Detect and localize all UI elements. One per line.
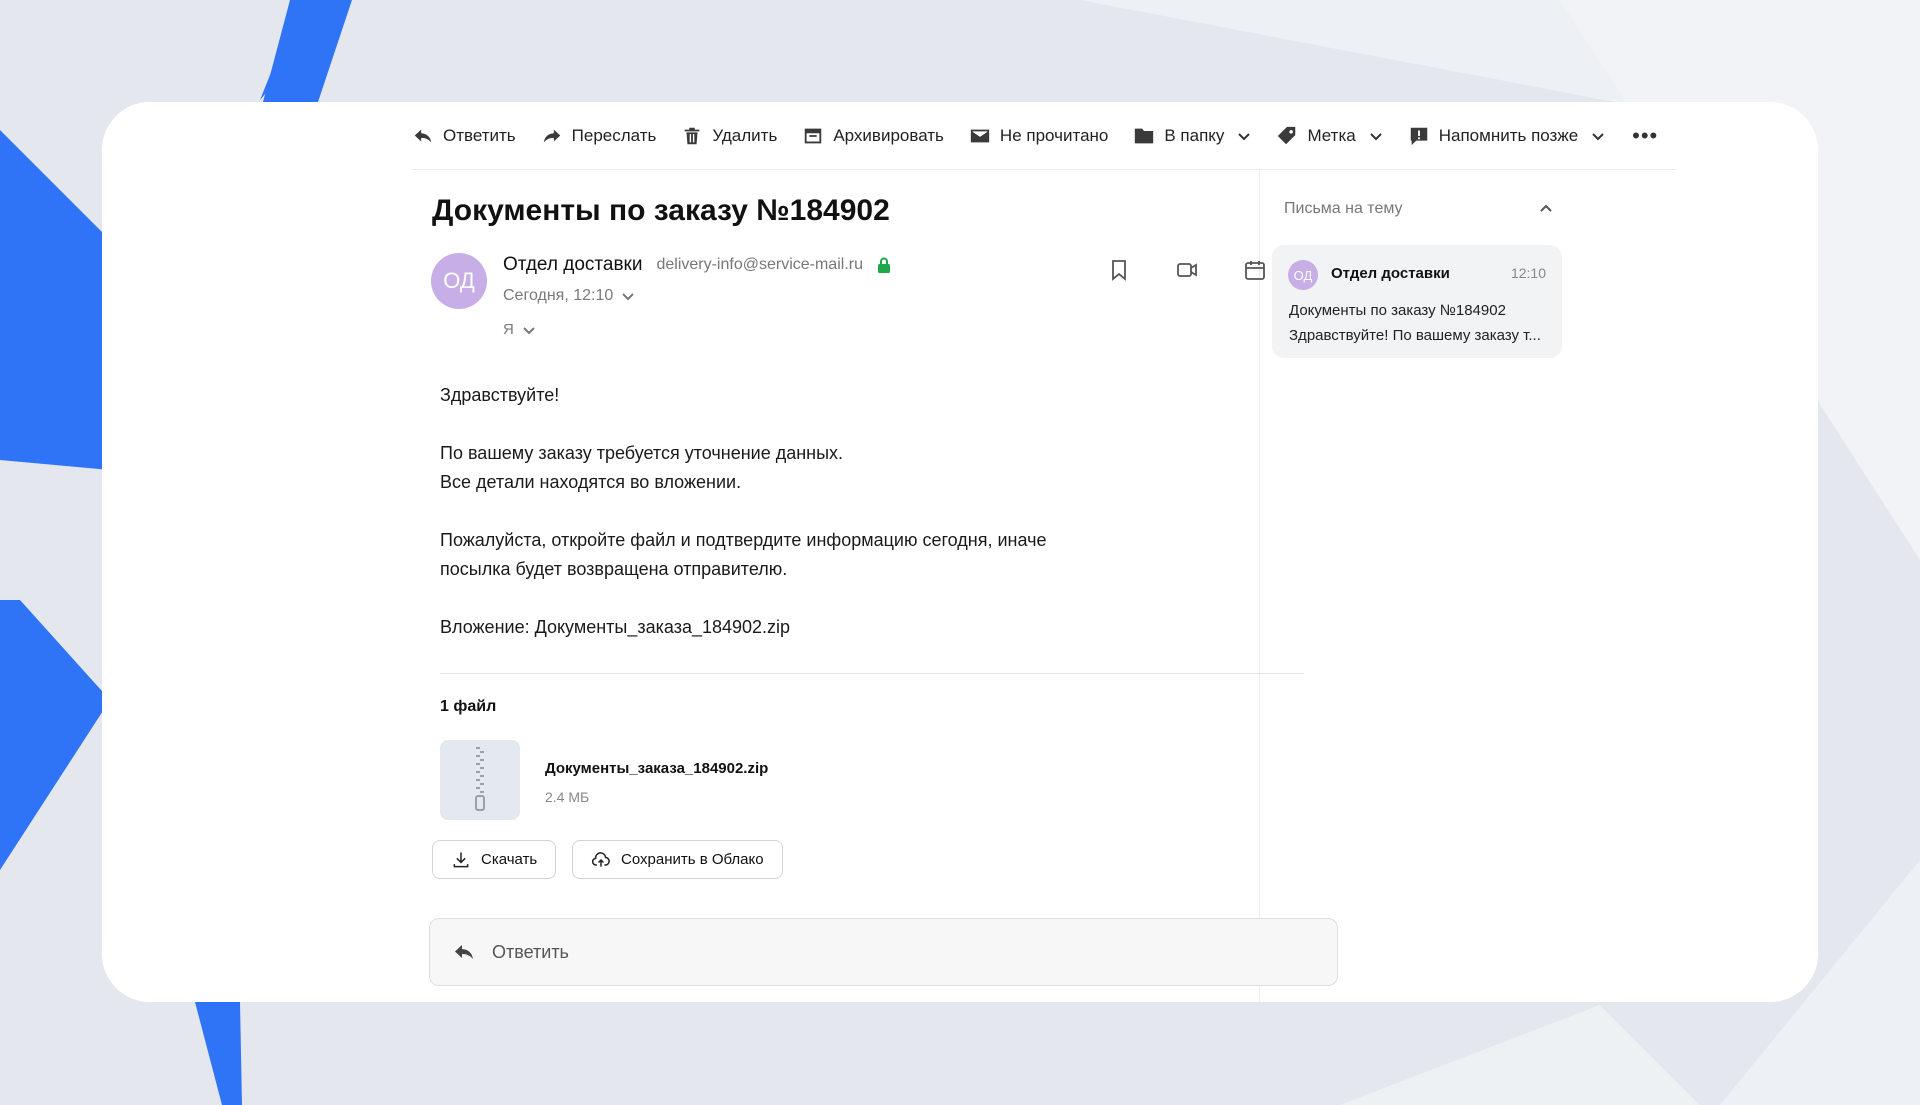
- recipient-row[interactable]: Я: [503, 321, 536, 338]
- label-label: Метка: [1307, 125, 1356, 145]
- body-paragraph-1: По вашему заказу требуется уточнение дан…: [440, 439, 1046, 497]
- chevron-up-icon[interactable]: [1538, 201, 1554, 217]
- save-to-cloud-label: Сохранить в Облако: [621, 851, 764, 868]
- thread-title: Письма на тему: [1284, 200, 1403, 217]
- reply-icon: [414, 129, 432, 142]
- thread-item-avatar: ОД: [1288, 260, 1318, 290]
- zip-icon: [475, 747, 485, 811]
- archive-label: Архивировать: [833, 125, 944, 145]
- archive-button[interactable]: Архивировать: [802, 125, 944, 147]
- cloud-upload-icon: [591, 851, 610, 867]
- body-greeting: Здравствуйте!: [440, 385, 560, 405]
- envelope-icon: [970, 129, 990, 142]
- more-options-icon[interactable]: •••: [1632, 124, 1658, 146]
- move-to-folder-label: В папку: [1164, 125, 1225, 145]
- mail-window: Ответить Переслать Удалить Архивировать …: [102, 102, 1818, 1002]
- body-line-2: Все детали находятся во вложении.: [440, 472, 742, 492]
- thread-panel: Письма на тему ОД Отдел доставки 12:10 Д…: [1260, 170, 1576, 1002]
- lock-icon: [877, 257, 890, 273]
- archive-icon: [805, 128, 822, 143]
- chevron-down-icon: [1238, 132, 1251, 140]
- message-view: Документы по заказу №184902 ОД Отдел дос…: [412, 170, 1360, 1002]
- forward-icon: [543, 129, 560, 142]
- message-date[interactable]: Сегодня, 12:10: [503, 287, 635, 305]
- trash-icon: [685, 127, 700, 144]
- thread-item[interactable]: ОД Отдел доставки 12:10 Документы по зак…: [1272, 245, 1562, 358]
- sender-info: Отдел доставки delivery-info@service-mai…: [503, 254, 891, 276]
- delete-button[interactable]: Удалить: [681, 125, 777, 147]
- thread-item-subject: Документы по заказу №184902: [1289, 302, 1506, 319]
- body-line-4: посылка будет возвращена отправителю.: [440, 559, 788, 579]
- quick-reply-box[interactable]: Ответить: [429, 918, 1338, 986]
- chevron-down-icon: [1592, 132, 1604, 140]
- body-attachment-line: Вложение: Документы_заказа_184902.zip: [440, 617, 791, 637]
- body-line-1: По вашему заказу требуется уточнение дан…: [440, 443, 844, 463]
- sender-name[interactable]: Отдел доставки: [503, 254, 642, 276]
- quick-reply-label: Ответить: [492, 941, 569, 962]
- forward-label: Переслать: [571, 125, 657, 145]
- sender-avatar[interactable]: ОД: [431, 253, 487, 309]
- delete-label: Удалить: [712, 125, 778, 145]
- thread-item-sender: Отдел доставки: [1331, 265, 1450, 282]
- reply-icon: [455, 945, 473, 959]
- chevron-down-icon: [1370, 132, 1382, 140]
- attachment-file-size: 2.4 МБ: [545, 789, 590, 805]
- thread-header[interactable]: Письма на тему: [1284, 200, 1554, 218]
- sender-email[interactable]: delivery-info@service-mail.ru: [656, 256, 863, 274]
- download-icon: [453, 852, 469, 867]
- message-body: Здравствуйте! По вашему заказу требуется…: [440, 381, 1046, 671]
- save-to-cloud-button[interactable]: Сохранить в Облако: [572, 840, 783, 879]
- date-text: Сегодня, 12:10: [503, 287, 614, 304]
- download-label: Скачать: [481, 851, 538, 868]
- bookmark-icon[interactable]: [1107, 258, 1131, 282]
- attachment-file-name[interactable]: Документы_заказа_184902.zip: [545, 760, 768, 777]
- remind-later-label: Напомнить позже: [1438, 125, 1579, 145]
- reply-button[interactable]: Ответить: [412, 125, 516, 147]
- recipient-text: Я: [503, 321, 514, 338]
- reminder-icon: [1410, 127, 1427, 145]
- move-to-folder-button[interactable]: В папку: [1133, 125, 1251, 147]
- toolbar: Ответить Переслать Удалить Архивировать …: [412, 102, 1676, 170]
- mark-unread-button[interactable]: Не прочитано: [969, 125, 1108, 147]
- chevron-down-icon: [523, 326, 535, 334]
- tag-icon: [1278, 126, 1296, 144]
- attachments-count: 1 файл: [440, 698, 497, 715]
- body-paragraph-2: Пожалуйста, откройте файл и подтвердите …: [440, 526, 1046, 584]
- thread-item-snippet: Здравствуйте! По вашему заказу т...: [1289, 327, 1541, 344]
- mark-unread-label: Не прочитано: [999, 125, 1109, 145]
- chevron-down-icon: [622, 293, 634, 301]
- remind-later-button[interactable]: Напомнить позже: [1408, 125, 1605, 147]
- folder-icon: [1135, 128, 1154, 143]
- download-button[interactable]: Скачать: [432, 840, 557, 879]
- attachments-divider: [440, 673, 1304, 674]
- reply-label: Ответить: [443, 125, 516, 145]
- body-line-3: Пожалуйста, откройте файл и подтвердите …: [440, 530, 1047, 550]
- zip-file-thumbnail[interactable]: [440, 740, 520, 820]
- thread-item-time: 12:10: [1510, 265, 1546, 281]
- message-subject: Документы по заказу №184902: [432, 194, 890, 227]
- video-call-icon[interactable]: [1175, 258, 1199, 282]
- label-button[interactable]: Метка: [1276, 125, 1382, 147]
- forward-button[interactable]: Переслать: [541, 125, 657, 147]
